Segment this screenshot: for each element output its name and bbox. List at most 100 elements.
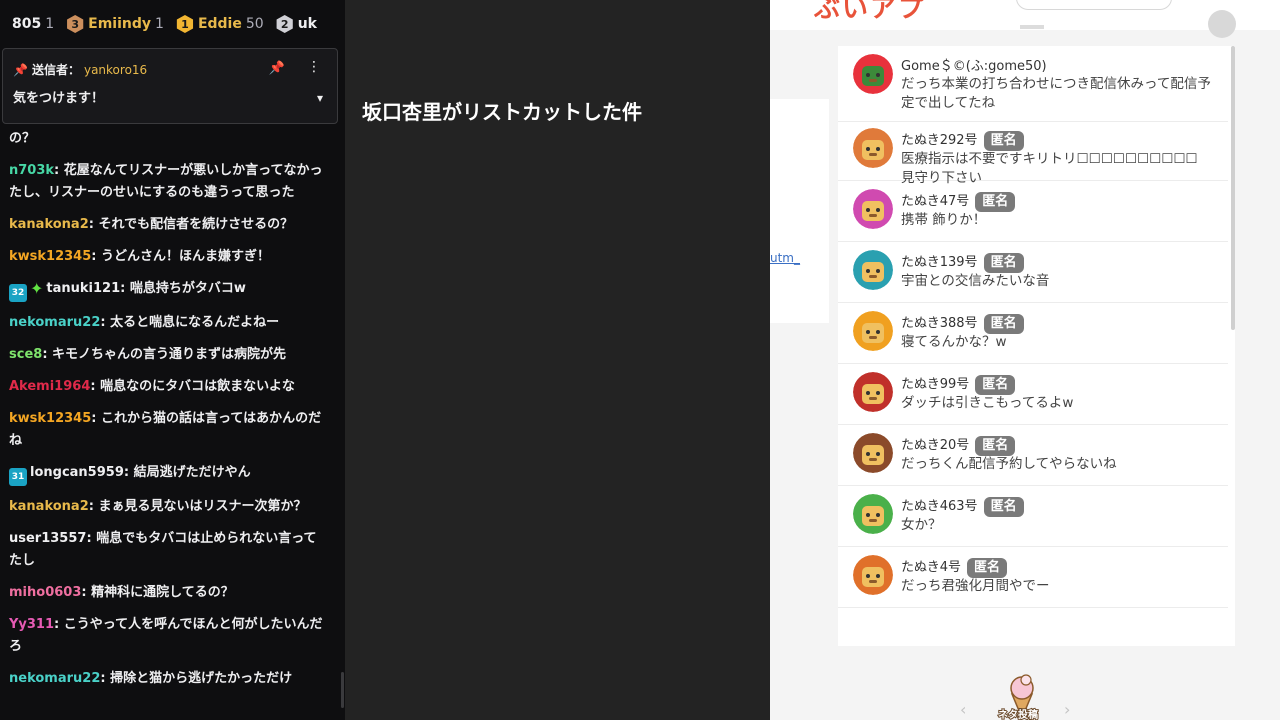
leaderboard-entry[interactable]: 1 Eddie 50 [176, 15, 264, 33]
avatar[interactable] [853, 54, 893, 94]
comment-item: たぬき292号 匿名 医療指示は不要ですキリトリ☐☐☐☐☐☐☐☐☐☐見守り下さい [838, 120, 1228, 186]
comment-author-name: たぬき139号 [901, 255, 978, 270]
chevron-down-icon[interactable]: ▾ [317, 91, 323, 105]
rank-badge-icon: 2 [276, 15, 293, 33]
site-logo[interactable]: ぶいアプ [814, 0, 926, 25]
chat-username[interactable]: n703k [9, 163, 54, 178]
avatar[interactable] [853, 372, 893, 412]
chat-text: うどんさん！ほんま嫌すぎ！ [101, 249, 271, 264]
chat-message: Yy311: こうやって人を呼んでほんと何がしたいんだろ [0, 614, 345, 658]
anonymous-badge: 匿名 [975, 192, 1016, 212]
comment-text: ダッチは引きこもってるよw [901, 395, 1074, 411]
comment-author: たぬき20号 匿名 [901, 434, 1016, 456]
chat-message: kwsk12345: これから猫の話は言ってはあかんのだね [0, 408, 345, 452]
star-badge-icon[interactable]: ✦ [30, 278, 43, 300]
chat-username[interactable]: longcan5959 [30, 465, 124, 480]
chat-separator: : [91, 249, 101, 264]
comment-author: たぬき388号 匿名 [901, 312, 1024, 334]
comment-author: たぬき47号 匿名 [901, 190, 1016, 212]
chat-username[interactable]: kwsk12345 [9, 249, 91, 264]
anonymous-badge: 匿名 [983, 497, 1024, 517]
chat-username[interactable]: miho0603 [9, 585, 81, 600]
chevron-left-icon[interactable]: ‹ [960, 700, 966, 719]
leaderboard-entry[interactable]: 805 1 [12, 16, 54, 32]
anonymous-badge: 匿名 [983, 131, 1024, 151]
comment-author: たぬき139号 匿名 [901, 251, 1024, 273]
leaderboard-entry[interactable]: 2 uk [276, 15, 317, 33]
more-options-icon[interactable]: ⋮ [307, 59, 321, 75]
comment-item: たぬき4号 匿名 だっち君強化月間やでー [838, 547, 1228, 608]
browser-page: ぶいアプ utm_ Gome＄©(ふ:gome50) だっち本業の打ち合わせにつき… [770, 0, 1280, 720]
chat-username[interactable]: sce8 [9, 347, 42, 362]
leaderboard-entry[interactable]: 3 Emiindy 1 [66, 15, 164, 33]
anonymous-badge: 匿名 [983, 314, 1024, 334]
search-input[interactable] [1016, 0, 1172, 10]
chat-text: 喘息持ちがタバコw [129, 281, 246, 296]
rank-badge-icon: 3 [67, 15, 84, 33]
comment-item: たぬき463号 匿名 女か？ [838, 486, 1228, 547]
header-divider [1020, 25, 1044, 29]
chat-username[interactable]: user13557 [9, 531, 86, 546]
leaderboard-bar: 805 1 3 Emiindy 1 1 Eddie 50 2 uk [0, 0, 345, 48]
avatar[interactable] [853, 128, 893, 168]
avatar[interactable] [853, 433, 893, 473]
chat-username[interactable]: nekomaru22 [9, 671, 100, 686]
comment-list: Gome＄©(ふ:gome50) だっち本業の打ち合わせにつき配信休みって配信予定… [838, 46, 1235, 646]
bottom-nav: ‹ ネタ投稿 › [770, 660, 1280, 720]
chat-username[interactable]: Yy311 [9, 617, 54, 632]
leaderboard-name: 805 [12, 16, 42, 32]
avatar[interactable] [853, 250, 893, 290]
comment-author: たぬき99号 匿名 [901, 373, 1016, 395]
avatar[interactable] [853, 189, 893, 229]
comment-author-name: たぬき47号 [901, 194, 970, 209]
comment-author-name: たぬき463号 [901, 499, 978, 514]
comment-item: Gome＄©(ふ:gome50) だっち本業の打ち合わせにつき配信休みって配信予定… [838, 46, 1228, 122]
chat-message: Akemi1964: 喘息なのにタバコは飲まないよな [0, 376, 345, 398]
chat-message: nekomaru22: 掃除と猫から逃げたかっただけ [0, 668, 345, 690]
anonymous-badge: 匿名 [967, 558, 1008, 578]
chat-text: それでも配信者を続けさせるの？ [98, 217, 294, 232]
pinned-label: 送信者： [31, 63, 80, 77]
chat-scrollbar[interactable] [341, 672, 344, 708]
chevron-right-icon[interactable]: › [1064, 700, 1070, 719]
subscriber-badge-icon[interactable]: 32 [9, 284, 27, 302]
comment-author-name: たぬき20号 [901, 438, 970, 453]
chat-text: キモノちゃんの言う通りまずは病院が先 [52, 347, 287, 362]
chat-message: kwsk12345: うどんさん！ほんま嫌すぎ！ [0, 246, 345, 268]
chat-message-list: の？ n703k: 花屋なんてリスナーが悪いしか言ってなかったし、リスナーのせいに… [0, 128, 345, 700]
avatar[interactable] [853, 494, 893, 534]
chat-separator: : [81, 585, 92, 600]
chat-username[interactable]: kanakona2 [9, 499, 89, 514]
background-link[interactable]: utm_ [770, 251, 800, 265]
chat-username[interactable]: kwsk12345 [9, 411, 91, 426]
comment-author-name: たぬき99号 [901, 377, 970, 392]
background-card [770, 99, 829, 323]
comment-item: たぬき99号 匿名 ダッチは引きこもってるよw [838, 364, 1228, 425]
chat-username[interactable]: kanakona2 [9, 217, 89, 232]
chat-message: n703k: 花屋なんてリスナーが悪いしか言ってなかったし、リスナーのせいにする… [0, 160, 345, 204]
chat-text: 太ると喘息になるんだよねー [110, 315, 280, 330]
comment-text: だっち君強化月間やでー [901, 578, 1050, 594]
chat-username[interactable]: tanuki121 [46, 281, 120, 296]
avatar[interactable] [853, 555, 893, 595]
chat-message: 31 longcan5959: 結局逃げただけやん [0, 462, 345, 486]
pinned-message[interactable]: 📌 送信者： yankoro16 気をつけます！ 📌 ⋮ ▾ [2, 48, 338, 124]
comment-text: 宇宙との交信みたいな音 [901, 273, 1050, 289]
avatar[interactable] [853, 311, 893, 351]
chat-username[interactable]: Akemi1964 [9, 379, 90, 394]
leaderboard-name: uk [297, 16, 317, 32]
chat-separator: : [42, 347, 53, 362]
chat-username[interactable]: nekomaru22 [9, 315, 100, 330]
chat-separator: : [54, 617, 64, 632]
subscriber-badge-icon[interactable]: 31 [9, 468, 27, 486]
chat-panel: 805 1 3 Emiindy 1 1 Eddie 50 2 uk 📌 送信者：… [0, 0, 345, 720]
pin-icon[interactable]: 📌 [269, 61, 285, 76]
chat-message: user13557: 喘息でもタバコは止められない言ってたし [0, 528, 345, 572]
leaderboard-count: 50 [245, 16, 264, 32]
site-header: ぶいアプ [770, 0, 1280, 30]
comment-scrollbar[interactable] [1231, 46, 1235, 330]
user-avatar-icon[interactable] [1208, 10, 1236, 38]
pin-small-icon: 📌 [13, 62, 28, 77]
chat-separator: : [120, 281, 130, 296]
comment-author-name: たぬき388号 [901, 316, 978, 331]
